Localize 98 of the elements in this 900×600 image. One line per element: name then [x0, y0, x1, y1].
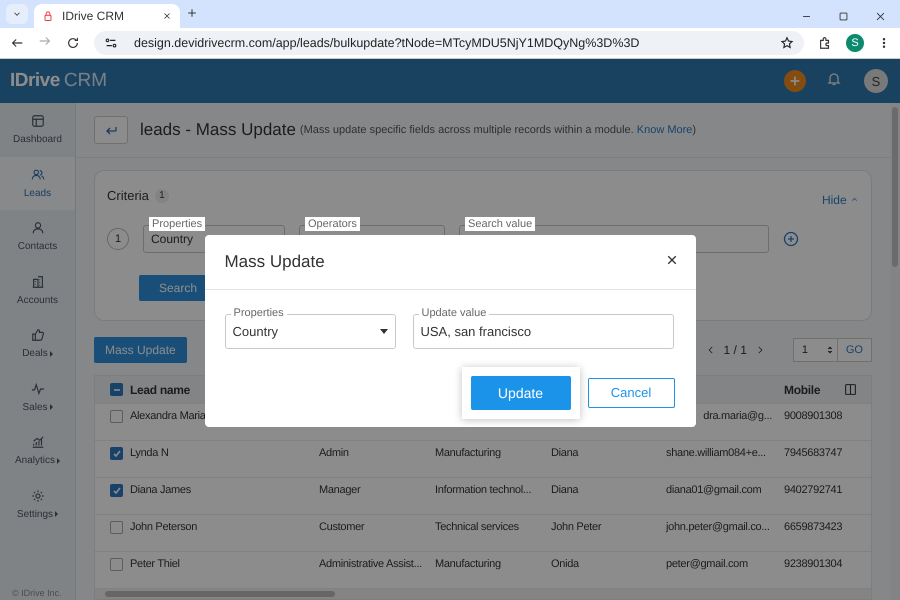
table-cell-text: john.peter@gmail.co... [666, 521, 771, 534]
sidebar-item[interactable]: Leads [0, 156, 75, 210]
update-button[interactable]: Update [470, 376, 570, 410]
rule-number: 1 [107, 228, 129, 250]
table-cell-text: diana01@gmail.com [666, 484, 762, 496]
table-cell-text: Administrative Assist... [319, 558, 423, 570]
mass-update-button[interactable]: Mass Update [94, 337, 187, 363]
sidebar-item[interactable]: Settings [0, 478, 75, 531]
sidebar-item[interactable]: Accounts [0, 264, 75, 317]
table-cell-text: Manufacturing [435, 447, 502, 460]
column-header[interactable]: Mobile [784, 382, 820, 396]
maximize-icon [838, 11, 849, 22]
close-icon [162, 11, 172, 21]
row-checkbox[interactable] [110, 446, 123, 460]
logo-suffix: CRM [64, 70, 108, 92]
table-cell-text: John Peter [551, 521, 602, 534]
star-icon [780, 36, 794, 50]
select-all-checkbox[interactable] [110, 383, 123, 396]
table-cell-text: Peter Thiel [130, 558, 181, 570]
spinner-icon [826, 344, 834, 356]
plus-icon [788, 74, 802, 88]
hide-link[interactable]: Hide [822, 192, 859, 207]
table-cell-text: Information technol... [435, 484, 532, 496]
page-title: leads - Mass Update [140, 120, 296, 140]
close-icon [666, 254, 678, 266]
row-checkbox[interactable] [110, 558, 123, 571]
tab-list-button[interactable] [6, 4, 28, 24]
table-cell-text: Alexandra Maria [130, 410, 207, 422]
input-field[interactable]: Search value [459, 216, 769, 253]
table-cell-text: 9402792741 [784, 484, 844, 496]
sidebar-item[interactable]: Deals [0, 317, 75, 370]
site-settings-icon [104, 36, 118, 50]
table-cell-text: Lynda N [130, 447, 170, 460]
chart-icon [30, 435, 44, 450]
criteria-count: 1 [154, 188, 169, 203]
pagination-text: 1 / 1 [724, 343, 747, 357]
table-cell-text: 6659873423 [784, 521, 844, 534]
table-cell-text: John Peterson [130, 521, 198, 534]
user-avatar[interactable]: S [864, 69, 888, 93]
person-icon [30, 221, 44, 236]
table-cell-text: 9238901304 [784, 558, 844, 570]
copyright-text: © IDrive Inc. [11, 588, 63, 600]
logo-text: IDrive [10, 70, 60, 92]
minus-icon [114, 388, 120, 390]
dialog-title: Mass Update [224, 252, 326, 272]
horizontal-scrollbar[interactable] [95, 589, 871, 599]
lock-icon [42, 10, 54, 22]
gear-icon [30, 488, 44, 503]
table-cell-text: Technical services [435, 521, 520, 534]
page-input[interactable]: 1 [792, 338, 839, 362]
table-cell-text: Onida [551, 558, 580, 570]
table-cell-text: Diana [551, 447, 580, 460]
vertical-scrollbar[interactable] [890, 103, 900, 600]
check-icon [112, 450, 120, 457]
table-cell-text: Manufacturing [435, 558, 502, 570]
people-icon [30, 168, 44, 182]
table-cell-text: Diana [551, 484, 580, 496]
cancel-button[interactable]: Cancel [588, 378, 674, 408]
profile-avatar[interactable]: S [846, 34, 864, 52]
table-cell-text: 9008901308 [784, 410, 844, 422]
table-cell-text: 7945683747 [784, 447, 844, 460]
back-icon [10, 36, 24, 50]
columns-icon [844, 382, 857, 396]
sidebar-item[interactable]: Contacts [0, 210, 75, 264]
back-button[interactable] [94, 116, 128, 144]
dashboard-icon [30, 114, 44, 128]
close-icon [875, 11, 886, 22]
table-cell-text: Manager [319, 484, 362, 496]
row-checkbox[interactable] [110, 520, 123, 534]
add-circle-icon [783, 230, 799, 247]
table-cell-text: peter@gmail.com [666, 558, 749, 570]
criteria-title: Criteria [107, 188, 149, 204]
pulse-icon [30, 382, 44, 396]
row-checkbox[interactable] [110, 484, 123, 497]
table-cell-text: dra.maria@g... [702, 410, 773, 422]
check-icon [112, 486, 120, 494]
table-cell-text: Customer [319, 521, 366, 534]
reload-icon [66, 36, 80, 50]
go-button[interactable]: GO [836, 338, 872, 362]
table-cell-text: shane.william084+e... [666, 447, 767, 460]
browser-tab[interactable]: IDrive CRM [34, 4, 180, 28]
sidebar-item[interactable]: Analytics [0, 424, 75, 478]
plus-icon [186, 7, 198, 19]
sidebar-item[interactable]: Dashboard [0, 103, 75, 156]
dropdown-field[interactable]: Properties Country [224, 306, 396, 348]
bell-icon [826, 70, 842, 86]
add-button[interactable] [784, 70, 806, 92]
table-cell-text: Admin [319, 447, 350, 460]
address-bar[interactable]: design.devidrivecrm.com/app/leads/bulkupdate?tNode=MTcyMDU5NjY1MDQyNg%3D%3D [94, 31, 804, 55]
extensions-icon [818, 36, 832, 50]
thumbs-up-icon [30, 328, 44, 342]
input-field[interactable]: Update value USA, san francisco [412, 306, 674, 348]
page-description: (Mass update specific fields across multiple records within a module. Know More) [300, 124, 696, 136]
table-cell-text: Diana James [130, 484, 192, 496]
know-more-link[interactable]: Know More [636, 124, 692, 136]
row-checkbox[interactable] [110, 410, 123, 423]
building-icon [30, 274, 44, 289]
sidebar-item[interactable]: Sales [0, 370, 75, 424]
